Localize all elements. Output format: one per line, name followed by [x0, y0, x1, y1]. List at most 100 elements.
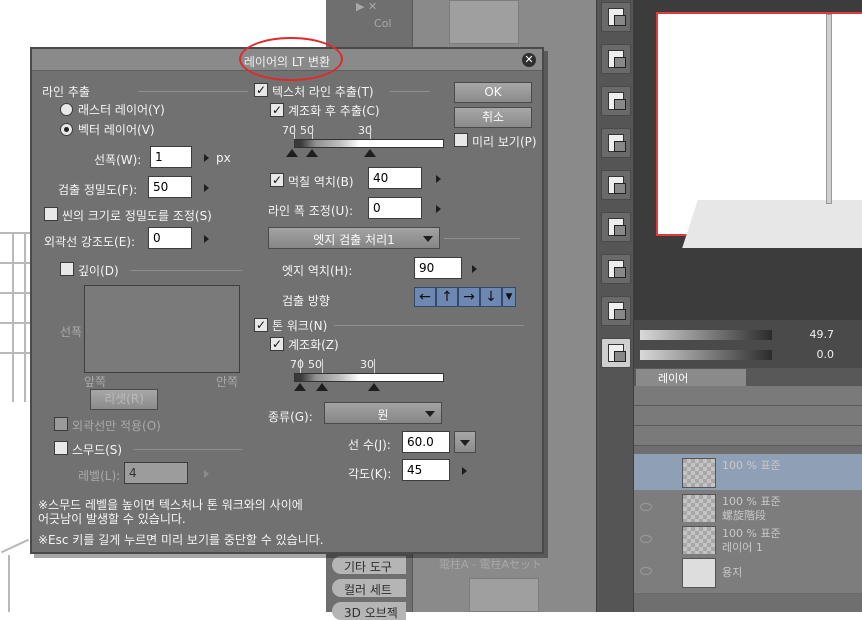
arrow-left-icon[interactable]: ←	[414, 287, 436, 307]
edge-mode-dropdown[interactable]: 엣지 검출 처리1	[268, 227, 440, 249]
layer-tool-button[interactable]	[601, 170, 631, 200]
navigator-panel: 49.7 0.0	[634, 320, 862, 368]
material-thumbnail[interactable]	[469, 578, 539, 612]
rotate-slider[interactable]	[640, 350, 772, 360]
tone-posterize-slider[interactable]	[294, 373, 444, 382]
scene-size-checkbox[interactable]	[44, 207, 58, 221]
extract-after-posterize-checkbox[interactable]: ✓	[270, 103, 284, 117]
edge-mode-value: 엣지 검출 처리1	[313, 233, 395, 247]
layer-tool-button-active[interactable]	[601, 338, 631, 368]
vector-layer-radio[interactable]	[60, 123, 73, 136]
level-arrow[interactable]	[204, 470, 209, 478]
posterize-checkbox[interactable]: ✓	[270, 337, 284, 351]
line-count-input[interactable]: 60.0	[402, 431, 450, 453]
material-thumbnail[interactable]	[449, 0, 519, 44]
eye-icon[interactable]	[640, 535, 652, 543]
canvas-view	[634, 0, 862, 320]
layer-tool-button[interactable]	[601, 128, 631, 158]
close-icon[interactable]: ✕	[522, 53, 536, 67]
detect-precision-input[interactable]: 50	[148, 176, 192, 198]
outline-strength-input[interactable]: 0	[148, 227, 192, 249]
fill-threshold-checkbox[interactable]: ✓	[270, 173, 284, 187]
arrow-right-icon[interactable]: →	[458, 287, 480, 307]
line-count-label: 선 수(J):	[348, 438, 391, 452]
depth-checkbox[interactable]	[60, 262, 74, 276]
line-width-arrow[interactable]	[204, 154, 209, 162]
slider-tick-label: 70	[290, 358, 304, 371]
stair-line	[0, 538, 30, 554]
line-width-input[interactable]: 1	[150, 146, 192, 168]
cancel-button[interactable]: 취소	[454, 107, 532, 128]
arrow-up-icon[interactable]: ↑	[436, 287, 458, 307]
reset-button[interactable]: 리셋(R)	[90, 389, 158, 410]
material-tab[interactable]: 3D 오브젝	[332, 602, 406, 620]
angle-label: 각도(K):	[348, 467, 392, 481]
line-count-dropdown[interactable]	[454, 431, 476, 453]
angle-arrow[interactable]	[462, 467, 467, 475]
zoom-slider[interactable]	[640, 330, 772, 340]
edge-threshold-input[interactable]: 90	[414, 257, 462, 279]
material-tab[interactable]: 기타 도구	[332, 556, 406, 574]
smooth-checkbox[interactable]	[54, 441, 68, 455]
layer-tool-button[interactable]	[601, 86, 631, 116]
depth-curve-graph[interactable]	[84, 285, 240, 373]
outline-strength-label: 외곽선 강조도(E):	[44, 235, 136, 249]
layer-row[interactable]: 100 % 표준	[634, 454, 862, 494]
fill-threshold-input[interactable]: 40	[368, 167, 422, 189]
ok-button[interactable]: OK	[454, 82, 532, 103]
layer-tool-button[interactable]	[601, 254, 631, 284]
line-width-adjust-arrow[interactable]	[436, 205, 441, 213]
note-line: 어긋남이 발생할 수 있습니다.	[38, 512, 186, 526]
layer-tab[interactable]: 레이어	[636, 369, 746, 386]
outline-only-label: 외곽선만 적용(O)	[72, 419, 161, 433]
section-divider	[138, 91, 248, 92]
eye-icon[interactable]	[640, 503, 652, 511]
layer-tool-button[interactable]	[601, 2, 631, 32]
tone-work-label: 톤 워크(N)	[272, 319, 328, 333]
detect-precision-arrow[interactable]	[204, 184, 209, 192]
layer-name: 螺旋階段	[722, 509, 766, 522]
layer-row[interactable]: 용지	[634, 554, 862, 594]
outline-only-checkbox[interactable]	[54, 417, 68, 431]
extract-after-posterize-label: 계조화 후 추출(C)	[288, 104, 380, 118]
line-width-adjust-input[interactable]: 0	[368, 197, 422, 219]
slider-handle[interactable]	[316, 383, 328, 391]
fill-threshold-label: 먹칠 역치(B)	[288, 175, 354, 189]
tone-work-checkbox[interactable]: ✓	[254, 318, 268, 332]
material-tab[interactable]: 컬러 세트	[332, 579, 406, 597]
section-divider	[334, 325, 524, 326]
outline-strength-arrow[interactable]	[204, 235, 209, 243]
posterize-gradient-slider[interactable]	[294, 139, 444, 148]
fill-threshold-arrow[interactable]	[436, 175, 441, 183]
level-label: 레벨(L):	[78, 469, 121, 483]
texture-line-checkbox[interactable]: ✓	[254, 83, 268, 97]
line-width-adjust-label: 라인 폭 조정(U):	[268, 204, 354, 218]
slider-handle[interactable]	[286, 149, 298, 157]
stair-pole	[826, 14, 832, 204]
layer-tool-button[interactable]	[601, 44, 631, 74]
eye-icon[interactable]	[640, 567, 652, 575]
edge-threshold-arrow[interactable]	[472, 265, 477, 273]
line-extract-label: 라인 추출	[42, 85, 90, 99]
layer-tool-button[interactable]	[601, 212, 631, 242]
section-divider	[444, 238, 520, 239]
layer-tool-button[interactable]	[601, 296, 631, 326]
layer-name: 용지	[722, 566, 743, 579]
layer-thumbnail	[682, 494, 716, 524]
angle-input[interactable]: 45	[402, 459, 450, 481]
direction-menu-icon[interactable]: ▼	[502, 287, 516, 307]
slider-handle[interactable]	[364, 149, 376, 157]
raster-layer-radio[interactable]	[60, 103, 73, 116]
slider-tick	[294, 125, 295, 139]
slider-handle[interactable]	[294, 383, 306, 391]
level-input[interactable]: 4	[124, 462, 188, 484]
preview-checkbox[interactable]	[454, 133, 468, 147]
arrow-down-icon[interactable]: ↓	[480, 287, 502, 307]
slider-handle[interactable]	[368, 383, 380, 391]
tone-type-dropdown[interactable]: 원	[324, 402, 442, 424]
width-axis-label: 선폭	[60, 325, 83, 339]
slider-tick-label: 30	[360, 358, 374, 371]
tone-type-value: 원	[377, 408, 389, 422]
detect-precision-label: 검출 정밀도(F):	[58, 183, 138, 197]
slider-handle[interactable]	[306, 149, 318, 157]
